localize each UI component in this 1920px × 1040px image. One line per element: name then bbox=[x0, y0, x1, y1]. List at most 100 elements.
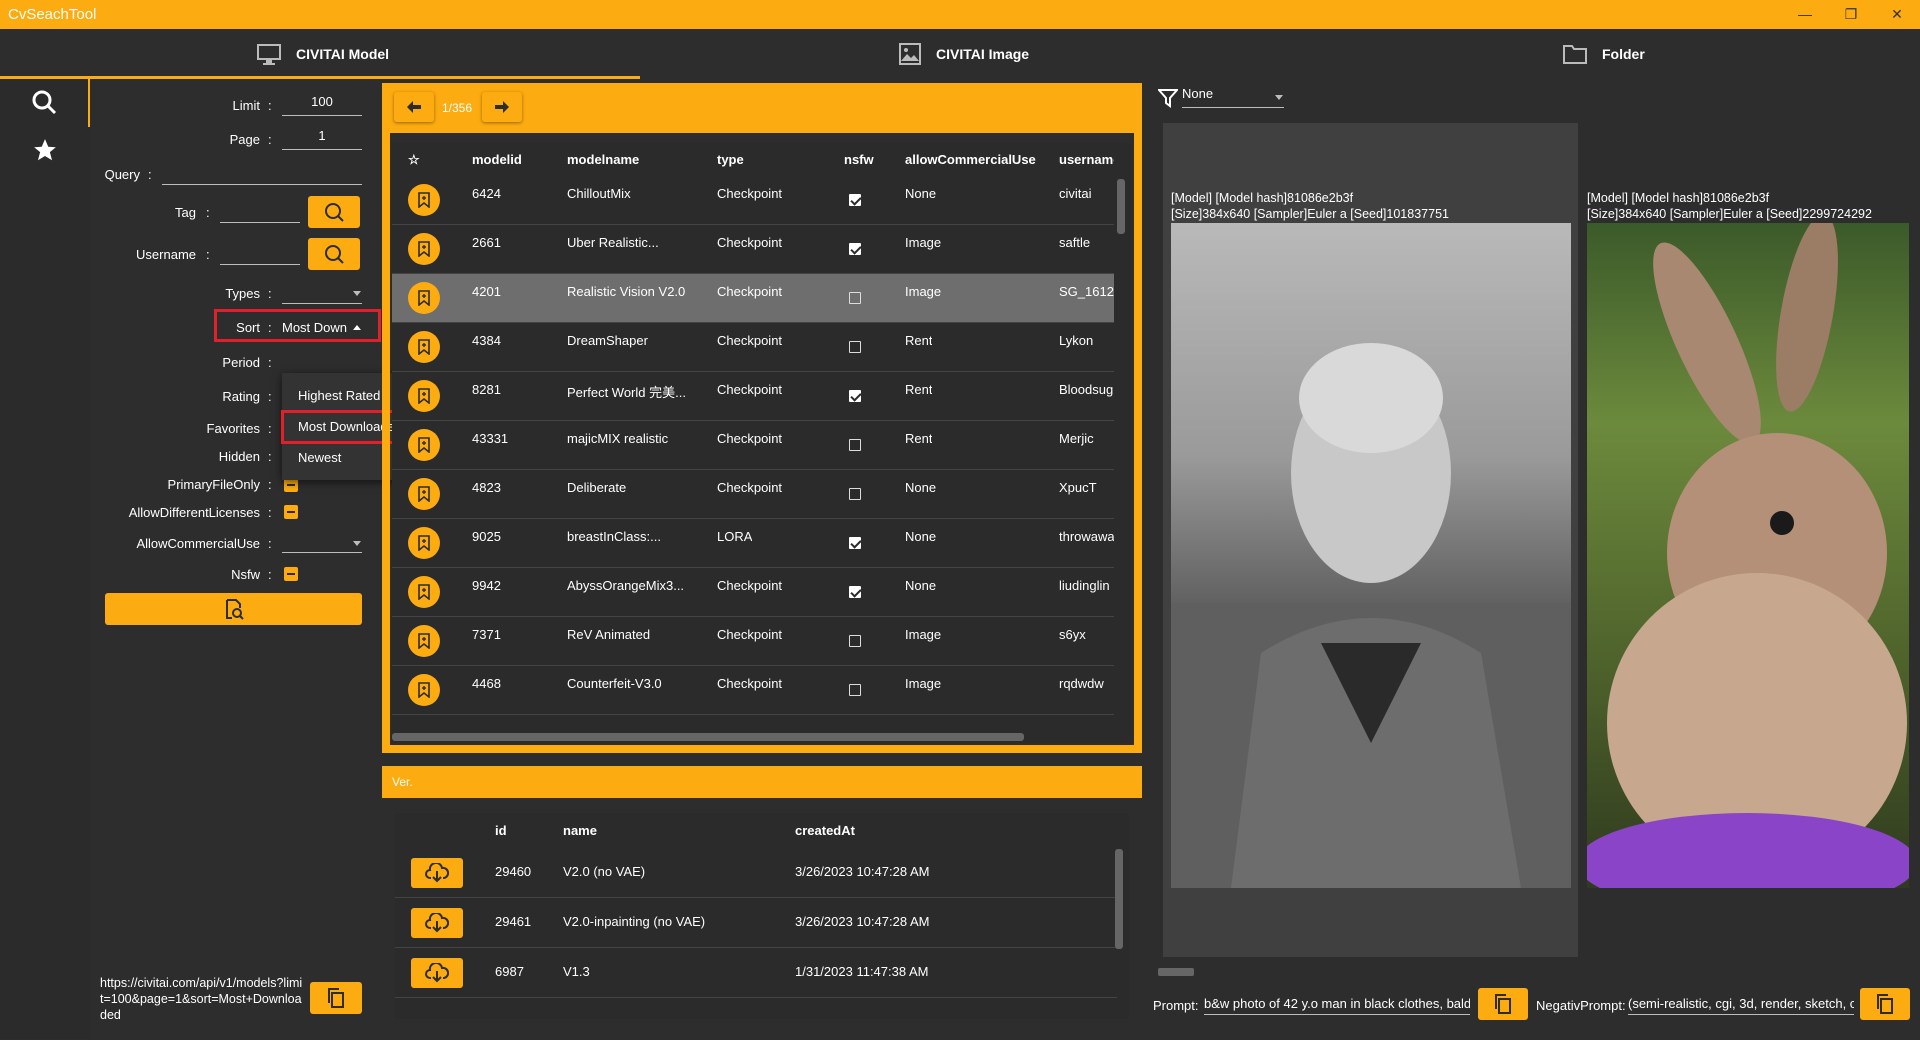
nsfw-checkbox[interactable] bbox=[849, 488, 861, 500]
col-header-modelid[interactable]: modelid bbox=[472, 152, 522, 167]
col-header-nsfw[interactable]: nsfw bbox=[844, 152, 874, 167]
image-card-1[interactable]: [Model] [Model hash]81086e2b3f [Size]384… bbox=[1163, 123, 1578, 957]
image-caption-line2: [Size]384x640 [Sampler]Euler a [Seed]229… bbox=[1587, 207, 1872, 221]
versions-scrollbar[interactable] bbox=[1115, 849, 1123, 949]
nsfw-checkbox[interactable] bbox=[849, 586, 861, 598]
table-row[interactable]: 9942 AbyssOrangeMix3... Checkpoint None liud… bbox=[392, 568, 1114, 617]
cell-username: Bloodsug bbox=[1059, 382, 1114, 397]
allow-commercial-use-select[interactable] bbox=[282, 531, 362, 553]
bookmark-icon bbox=[418, 535, 430, 551]
monitor-icon bbox=[257, 44, 281, 65]
bookmark-button[interactable] bbox=[408, 184, 440, 216]
table-row[interactable]: 7371 ReV Animated Checkpoint Image s6yx bbox=[392, 617, 1114, 666]
cell-created-at: 3/26/2023 10:47:28 AM bbox=[795, 864, 930, 879]
cloud-download-icon bbox=[425, 863, 449, 883]
restore-button[interactable]: ❐ bbox=[1836, 4, 1866, 24]
bookmark-button[interactable] bbox=[408, 429, 440, 461]
col-header-id[interactable]: id bbox=[495, 823, 507, 838]
table-row[interactable]: 6424 ChilloutMix Checkpoint None civitai bbox=[392, 176, 1114, 225]
table-row[interactable]: 8281 Perfect World 完美... Checkpoint Rent Blo… bbox=[392, 372, 1114, 421]
images-scrollbar[interactable] bbox=[1158, 968, 1194, 976]
col-header-modelname[interactable]: modelname bbox=[567, 152, 639, 167]
copy-prompt-button[interactable] bbox=[1478, 988, 1528, 1020]
sort-option-newest[interactable]: Newest bbox=[298, 450, 341, 465]
bookmark-button[interactable] bbox=[408, 478, 440, 510]
colon: : bbox=[268, 355, 272, 370]
cell-username: Lykon bbox=[1059, 333, 1094, 348]
download-button[interactable] bbox=[411, 858, 463, 888]
bookmark-button[interactable] bbox=[408, 380, 440, 412]
col-header-username[interactable]: username bbox=[1059, 152, 1114, 167]
favorites-nav-button[interactable] bbox=[32, 137, 58, 166]
close-button[interactable]: ✕ bbox=[1882, 4, 1912, 24]
cell-version-id: 29461 bbox=[495, 914, 532, 929]
generated-photo-rabbit[interactable] bbox=[1587, 223, 1909, 888]
filter-select[interactable]: None bbox=[1182, 86, 1284, 108]
copy-negative-prompt-button[interactable] bbox=[1860, 988, 1910, 1020]
bookmark-button[interactable] bbox=[408, 625, 440, 657]
col-header-name[interactable]: name bbox=[563, 823, 597, 838]
col-header-type[interactable]: type bbox=[717, 152, 744, 167]
bookmark-button[interactable] bbox=[408, 674, 440, 706]
table-row[interactable]: 43331 majicMIX realistic Checkpoint Rent Mer… bbox=[392, 421, 1114, 470]
nsfw-checkbox[interactable] bbox=[849, 194, 861, 206]
username-input[interactable] bbox=[220, 243, 300, 265]
tag-input[interactable] bbox=[220, 201, 300, 223]
negative-prompt-field[interactable]: (semi-realistic, cgi, 3d, render, sketch… bbox=[1628, 993, 1854, 1015]
nsfw-checkbox[interactable] bbox=[849, 684, 861, 696]
bookmark-button[interactable] bbox=[408, 282, 440, 314]
query-input[interactable] bbox=[162, 163, 362, 185]
next-page-button[interactable] bbox=[482, 92, 522, 122]
tab-civitai-model[interactable]: CIVITAI Model bbox=[256, 29, 389, 79]
colon: : bbox=[206, 247, 210, 262]
username-search-button[interactable] bbox=[308, 238, 360, 270]
limit-input[interactable]: 100 bbox=[282, 94, 362, 116]
col-header-favorite[interactable]: ☆ bbox=[408, 152, 420, 168]
nsfw-checkbox[interactable] bbox=[849, 635, 861, 647]
nsfw-checkbox[interactable] bbox=[849, 341, 861, 353]
allow-different-licenses-checkbox[interactable] bbox=[284, 505, 298, 519]
minimize-button[interactable]: — bbox=[1790, 4, 1820, 24]
bookmark-button[interactable] bbox=[408, 527, 440, 559]
nsfw-checkbox[interactable] bbox=[849, 390, 861, 402]
download-button[interactable] bbox=[411, 958, 463, 988]
nsfw-checkbox[interactable] bbox=[849, 537, 861, 549]
table-row[interactable]: 2661 Uber Realistic... Checkpoint Image saft… bbox=[392, 225, 1114, 274]
nsfw-checkbox[interactable] bbox=[284, 567, 298, 581]
table-row[interactable]: 29460 V2.0 (no VAE) 3/26/2023 10:47:28 AM bbox=[395, 848, 1117, 898]
table-row[interactable]: 9025 breastInClass:... LORA None throwawa bbox=[392, 519, 1114, 568]
tab-civitai-image[interactable]: CIVITAI Image bbox=[898, 29, 1029, 79]
table-row[interactable]: 29461 V2.0-inpainting (no VAE) 3/26/2023 1… bbox=[395, 898, 1117, 948]
table-row[interactable]: 4384 DreamShaper Checkpoint Rent Lykon bbox=[392, 323, 1114, 372]
bookmark-button[interactable] bbox=[408, 331, 440, 363]
tag-search-button[interactable] bbox=[308, 196, 360, 228]
search-nav-button[interactable] bbox=[31, 89, 57, 118]
page-label: Page bbox=[229, 132, 260, 147]
cell-username: saftle bbox=[1059, 235, 1091, 250]
models-vertical-scrollbar[interactable] bbox=[1117, 179, 1125, 234]
nsfw-checkbox[interactable] bbox=[849, 292, 861, 304]
col-header-commercial[interactable]: allowCommercialUse bbox=[905, 152, 1036, 167]
nsfw-checkbox[interactable] bbox=[849, 243, 861, 255]
col-header-created[interactable]: createdAt bbox=[795, 823, 855, 838]
primary-file-only-checkbox[interactable] bbox=[284, 478, 298, 492]
prev-page-button[interactable] bbox=[394, 92, 434, 122]
table-row[interactable]: 4823 Deliberate Checkpoint None XpucT bbox=[392, 470, 1114, 519]
colon: : bbox=[268, 536, 272, 551]
bookmark-button[interactable] bbox=[408, 576, 440, 608]
table-row[interactable]: 4201 Realistic Vision V2.0 Checkpoint Image… bbox=[392, 274, 1114, 323]
copy-url-button[interactable] bbox=[310, 982, 362, 1014]
tab-folder[interactable]: Folder bbox=[1562, 29, 1645, 79]
types-select[interactable] bbox=[282, 282, 362, 304]
nsfw-checkbox[interactable] bbox=[849, 439, 861, 451]
chevron-down-icon bbox=[1275, 95, 1283, 100]
sort-option-highest-rated[interactable]: Highest Rated bbox=[298, 388, 380, 403]
table-row[interactable]: 6987 V1.3 1/31/2023 11:47:38 AM bbox=[395, 948, 1117, 998]
run-search-button[interactable] bbox=[105, 593, 362, 625]
table-row[interactable]: 4468 Counterfeit-V3.0 Checkpoint Image rqdw… bbox=[392, 666, 1114, 715]
models-horizontal-scrollbar[interactable] bbox=[392, 733, 1024, 741]
prompt-field[interactable]: b&w photo of 42 y.o man in black clothes… bbox=[1204, 993, 1470, 1015]
page-input[interactable]: 1 bbox=[282, 128, 362, 150]
download-button[interactable] bbox=[411, 908, 463, 938]
bookmark-button[interactable] bbox=[408, 233, 440, 265]
